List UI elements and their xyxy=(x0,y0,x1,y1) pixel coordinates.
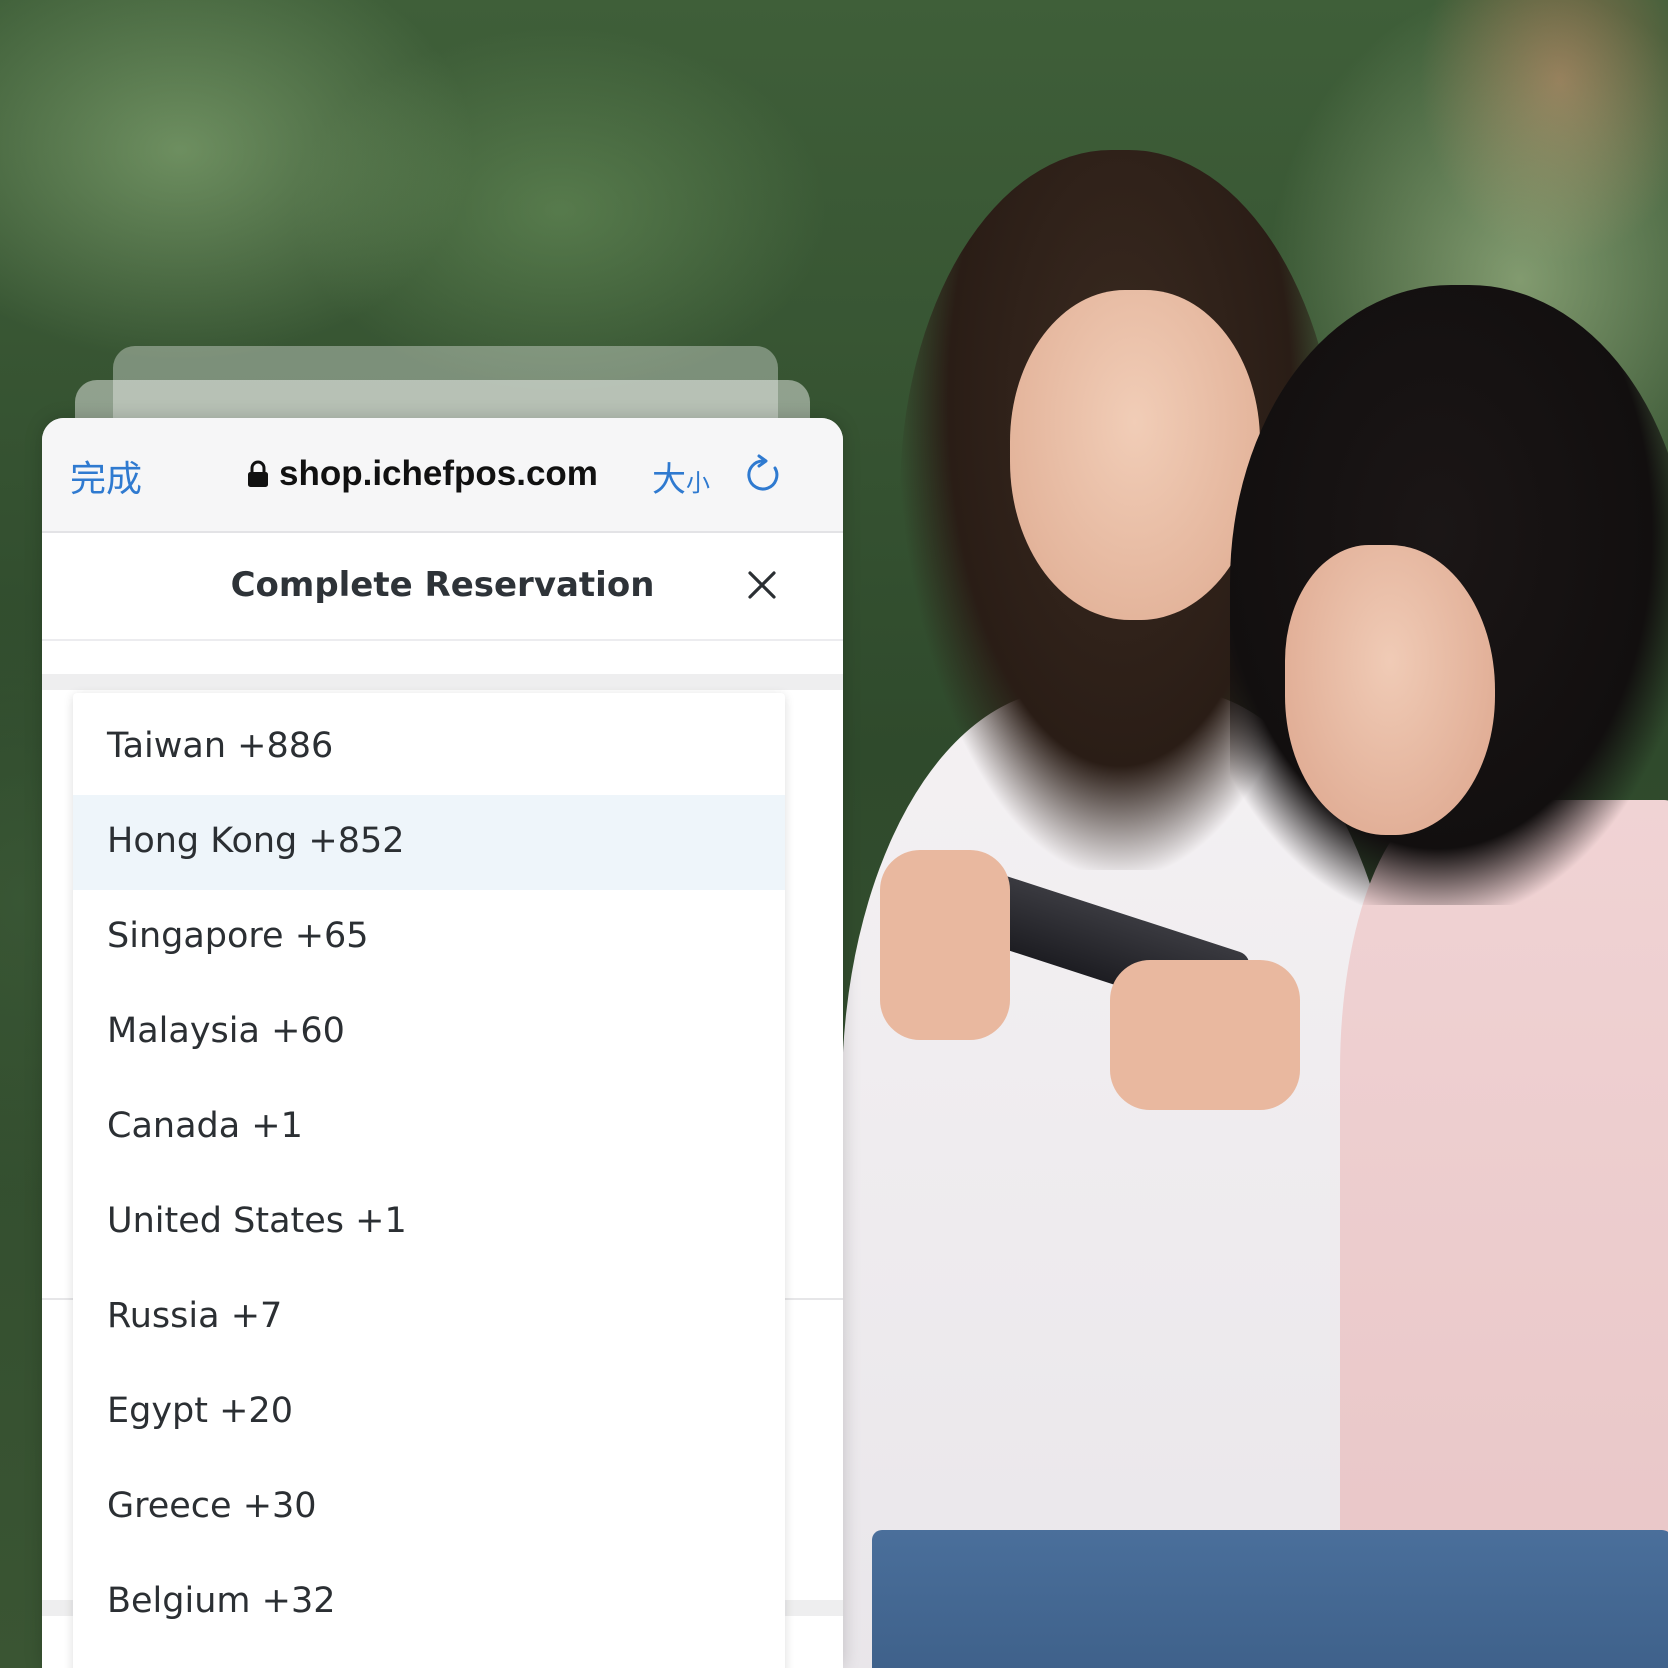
close-icon[interactable] xyxy=(744,567,780,603)
in-app-browser: 完成 shop.ichefpos.com 大小 Complete Reserva… xyxy=(42,418,843,1668)
person-left-face xyxy=(1010,290,1260,620)
text-size-large-label: 大 xyxy=(652,460,686,500)
person-right-face xyxy=(1285,545,1495,835)
country-option-label: Taiwan +886 xyxy=(107,726,334,766)
country-option[interactable]: Singapore +65 xyxy=(73,890,785,985)
country-option-label: Singapore +65 xyxy=(107,916,369,956)
text-size-button[interactable]: 大小 xyxy=(652,452,710,501)
country-option[interactable]: Russia +7 xyxy=(73,1270,785,1365)
country-option[interactable]: Egypt +20 xyxy=(73,1365,785,1460)
country-option-label: Egypt +20 xyxy=(107,1391,293,1431)
jeans xyxy=(872,1530,1668,1668)
country-option-label: Hong Kong +852 xyxy=(107,821,405,861)
hand-right xyxy=(1110,960,1300,1110)
modal-title: Complete Reservation xyxy=(230,565,655,605)
modal-header: Complete Reservation xyxy=(42,533,843,641)
done-button[interactable]: 完成 xyxy=(70,450,142,502)
country-option[interactable]: Belgium +32 xyxy=(73,1555,785,1650)
country-code-dropdown: Taiwan +886 Hong Kong +852 Singapore +65… xyxy=(73,693,785,1668)
country-option[interactable]: Taiwan +886 xyxy=(73,700,785,795)
screenshot-scene: 完成 shop.ichefpos.com 大小 Complete Reserva… xyxy=(0,0,1668,1668)
country-option[interactable]: Canada +1 xyxy=(73,1080,785,1175)
section-divider xyxy=(42,674,843,690)
lock-icon xyxy=(248,460,268,487)
country-option-label: Greece +30 xyxy=(107,1486,317,1526)
reload-icon[interactable] xyxy=(742,454,784,496)
hand-left xyxy=(880,850,1010,1040)
browser-toolbar: 完成 shop.ichefpos.com 大小 xyxy=(42,418,843,533)
country-option-label: Russia +7 xyxy=(107,1296,283,1336)
url-address[interactable]: shop.ichefpos.com xyxy=(279,454,598,494)
country-option-selected[interactable]: Hong Kong +852 xyxy=(73,795,785,890)
country-option-label: Canada +1 xyxy=(107,1106,303,1146)
country-option[interactable]: United States +1 xyxy=(73,1175,785,1270)
country-option[interactable]: Greece +30 xyxy=(73,1460,785,1555)
country-option-label: Belgium +32 xyxy=(107,1581,336,1621)
country-option[interactable]: Malaysia +60 xyxy=(73,985,785,1080)
country-option-label: United States +1 xyxy=(107,1201,407,1241)
country-option-label: Malaysia +60 xyxy=(107,1011,345,1051)
text-size-small-label: 小 xyxy=(686,469,710,497)
